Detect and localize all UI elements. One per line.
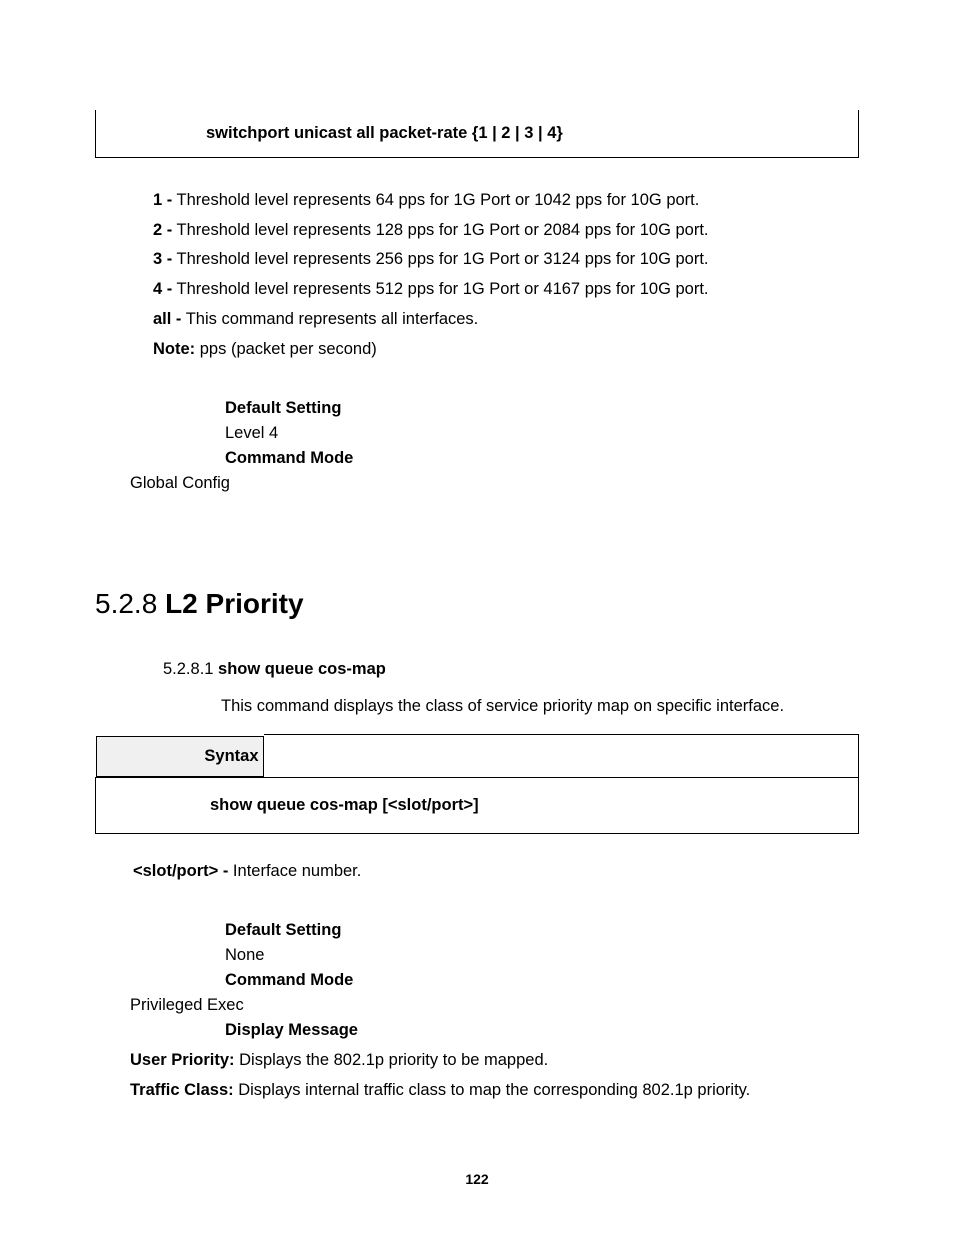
- page-number: 122: [0, 1171, 954, 1187]
- section-title: L2 Priority: [165, 588, 303, 619]
- default-setting-block-1: Default Setting Level 4 Command Mode: [225, 399, 859, 468]
- syntax-label: Syntax: [96, 736, 264, 777]
- subsection: 5.2.8.1 show queue cos-map This command …: [163, 660, 859, 716]
- display-message-label: Display Message: [225, 1021, 859, 1040]
- level-4-def: 4 - Threshold level represents 512 pps f…: [153, 275, 859, 305]
- level-all-def: all - This command represents all interf…: [153, 305, 859, 335]
- level-3-def: 3 - Threshold level represents 256 pps f…: [153, 245, 859, 275]
- note-line: Note: pps (packet per second): [153, 340, 859, 359]
- command-syntax-box-1: switchport unicast all packet-rate {1 | …: [95, 110, 859, 158]
- level-1-def: 1 - Threshold level represents 64 pps fo…: [153, 186, 859, 216]
- page-content: switchport unicast all packet-rate {1 | …: [0, 0, 954, 1105]
- traffic-class-line: Traffic Class: Displays internal traffic…: [130, 1076, 859, 1104]
- user-priority-line: User Priority: Displays the 802.1p prior…: [130, 1046, 859, 1074]
- command-mode-value-2: Privileged Exec: [130, 996, 859, 1015]
- command-mode-label: Command Mode: [225, 449, 859, 468]
- level-2-def: 2 - Threshold level represents 128 pps f…: [153, 216, 859, 246]
- subsection-heading: 5.2.8.1 show queue cos-map: [163, 660, 859, 679]
- default-setting-block-2: Default Setting None Command Mode: [225, 921, 859, 990]
- section-heading: 5.2.8 L2 Priority: [95, 588, 859, 620]
- default-setting-value-2: None: [225, 946, 859, 965]
- syntax-table: Syntax show queue cos-map [<slot/port>]: [95, 734, 859, 834]
- section-number: 5.2.8: [95, 588, 165, 619]
- syntax-blank: [264, 735, 859, 778]
- subsection-description: This command displays the class of servi…: [221, 697, 859, 716]
- slot-port-def: <slot/port> - Interface number.: [133, 862, 859, 881]
- command-mode-value-1: Global Config: [130, 474, 859, 493]
- subsection-title: show queue cos-map: [218, 660, 386, 678]
- display-message-block: Display Message: [225, 1021, 859, 1040]
- command-mode-label-2: Command Mode: [225, 971, 859, 990]
- default-setting-value: Level 4: [225, 424, 859, 443]
- default-setting-label: Default Setting: [225, 399, 859, 418]
- subsection-number: 5.2.8.1: [163, 660, 218, 678]
- default-setting-label-2: Default Setting: [225, 921, 859, 940]
- threshold-definitions: 1 - Threshold level represents 64 pps fo…: [153, 186, 859, 334]
- command-syntax-box-2: show queue cos-map [<slot/port>]: [96, 778, 859, 834]
